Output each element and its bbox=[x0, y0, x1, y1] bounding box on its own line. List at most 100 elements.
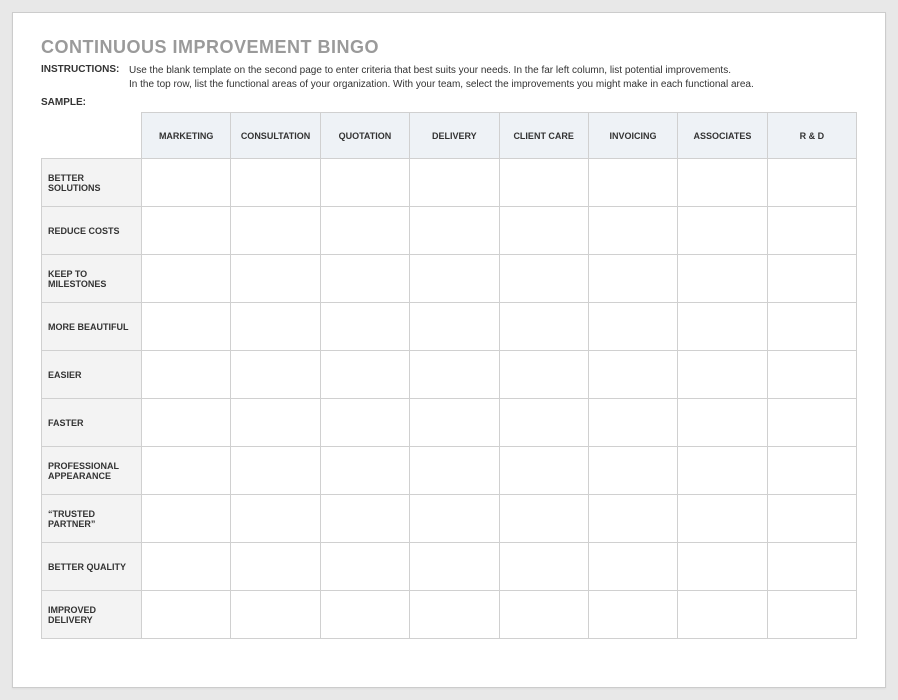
cell bbox=[410, 399, 499, 447]
cell bbox=[142, 351, 231, 399]
cell bbox=[410, 495, 499, 543]
cell bbox=[499, 303, 588, 351]
table-header-row: MARKETING CONSULTATION QUOTATION DELIVER… bbox=[42, 113, 857, 159]
column-header: MARKETING bbox=[142, 113, 231, 159]
row-header: FASTER bbox=[42, 399, 142, 447]
cell bbox=[588, 399, 677, 447]
cell bbox=[588, 591, 677, 639]
instructions-line-1: Use the blank template on the second pag… bbox=[129, 65, 731, 76]
instructions-text: Use the blank template on the second pag… bbox=[129, 64, 857, 91]
table-row: FASTER bbox=[42, 399, 857, 447]
cell bbox=[678, 255, 767, 303]
cell bbox=[767, 543, 856, 591]
table-row: PROFESSIONAL APPEARANCE bbox=[42, 447, 857, 495]
cell bbox=[499, 399, 588, 447]
table-row: KEEP TO MILESTONES bbox=[42, 255, 857, 303]
table-row: REDUCE COSTS bbox=[42, 207, 857, 255]
cell bbox=[410, 207, 499, 255]
cell bbox=[767, 447, 856, 495]
cell bbox=[142, 207, 231, 255]
cell bbox=[231, 303, 320, 351]
cell bbox=[499, 351, 588, 399]
table-row: “TRUSTED PARTNER” bbox=[42, 495, 857, 543]
cell bbox=[410, 447, 499, 495]
instructions-line-2: In the top row, list the functional area… bbox=[129, 79, 754, 90]
cell bbox=[142, 303, 231, 351]
cell bbox=[588, 543, 677, 591]
cell bbox=[320, 447, 409, 495]
sample-label: SAMPLE: bbox=[41, 97, 857, 108]
cell bbox=[588, 255, 677, 303]
table-row: BETTER QUALITY bbox=[42, 543, 857, 591]
cell bbox=[142, 591, 231, 639]
column-header: DELIVERY bbox=[410, 113, 499, 159]
cell bbox=[320, 543, 409, 591]
cell bbox=[588, 495, 677, 543]
cell bbox=[231, 399, 320, 447]
cell bbox=[678, 399, 767, 447]
cell bbox=[142, 447, 231, 495]
cell bbox=[767, 255, 856, 303]
cell bbox=[410, 543, 499, 591]
table-row: BETTER SOLUTIONS bbox=[42, 159, 857, 207]
cell bbox=[320, 303, 409, 351]
document-page: CONTINUOUS IMPROVEMENT BINGO INSTRUCTION… bbox=[12, 12, 886, 688]
bingo-table: MARKETING CONSULTATION QUOTATION DELIVER… bbox=[41, 112, 857, 639]
cell bbox=[410, 591, 499, 639]
cell bbox=[231, 447, 320, 495]
cell bbox=[231, 351, 320, 399]
cell bbox=[678, 495, 767, 543]
cell bbox=[142, 543, 231, 591]
cell bbox=[678, 447, 767, 495]
cell bbox=[320, 495, 409, 543]
cell bbox=[142, 255, 231, 303]
cell bbox=[231, 495, 320, 543]
row-header: “TRUSTED PARTNER” bbox=[42, 495, 142, 543]
cell bbox=[410, 255, 499, 303]
cell bbox=[231, 591, 320, 639]
cell bbox=[767, 495, 856, 543]
row-header: IMPROVED DELIVERY bbox=[42, 591, 142, 639]
row-header: BETTER SOLUTIONS bbox=[42, 159, 142, 207]
cell bbox=[588, 159, 677, 207]
cell bbox=[767, 399, 856, 447]
cell bbox=[410, 351, 499, 399]
column-header: INVOICING bbox=[588, 113, 677, 159]
cell bbox=[678, 591, 767, 639]
cell bbox=[410, 159, 499, 207]
instructions-row: INSTRUCTIONS: Use the blank template on … bbox=[41, 64, 857, 91]
column-header: R & D bbox=[767, 113, 856, 159]
cell bbox=[142, 495, 231, 543]
cell bbox=[142, 399, 231, 447]
cell bbox=[588, 303, 677, 351]
cell bbox=[588, 447, 677, 495]
cell bbox=[767, 591, 856, 639]
table-corner-cell bbox=[42, 113, 142, 159]
cell bbox=[678, 351, 767, 399]
cell bbox=[231, 159, 320, 207]
cell bbox=[499, 255, 588, 303]
cell bbox=[678, 543, 767, 591]
column-header: CLIENT CARE bbox=[499, 113, 588, 159]
cell bbox=[767, 303, 856, 351]
cell bbox=[588, 207, 677, 255]
cell bbox=[410, 303, 499, 351]
column-header: CONSULTATION bbox=[231, 113, 320, 159]
row-header: KEEP TO MILESTONES bbox=[42, 255, 142, 303]
cell bbox=[231, 207, 320, 255]
table-row: MORE BEAUTIFUL bbox=[42, 303, 857, 351]
cell bbox=[320, 255, 409, 303]
cell bbox=[678, 207, 767, 255]
cell bbox=[767, 351, 856, 399]
row-header: EASIER bbox=[42, 351, 142, 399]
cell bbox=[499, 447, 588, 495]
cell bbox=[499, 591, 588, 639]
cell bbox=[320, 351, 409, 399]
column-header: ASSOCIATES bbox=[678, 113, 767, 159]
cell bbox=[231, 543, 320, 591]
row-header: MORE BEAUTIFUL bbox=[42, 303, 142, 351]
cell bbox=[320, 399, 409, 447]
cell bbox=[320, 159, 409, 207]
cell bbox=[678, 159, 767, 207]
cell bbox=[499, 159, 588, 207]
